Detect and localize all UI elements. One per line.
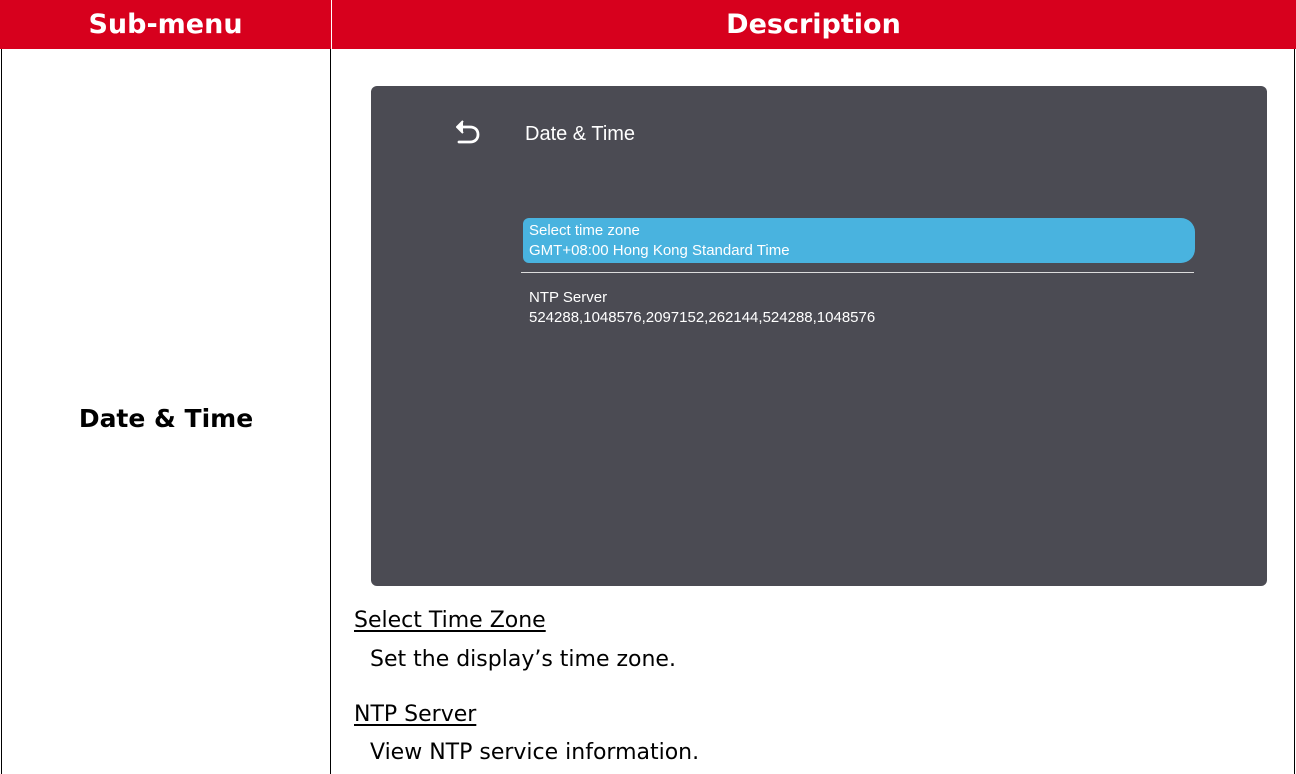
select-time-zone-item[interactable]: Select time zone GMT+08:00 Hong Kong Sta…: [523, 218, 1195, 263]
ntp-server-item[interactable]: NTP Server 524288,1048576,2097152,262144…: [529, 288, 875, 328]
table-header: Sub-menu Description: [0, 0, 1296, 49]
ntp-server-label: NTP Server: [529, 289, 608, 306]
select-time-zone-text: Set the display’s time zone.: [370, 647, 676, 672]
time-zone-label: Select time zone: [529, 222, 640, 239]
ntp-server-heading: NTP Server: [354, 702, 477, 727]
item-divider: [521, 272, 1194, 273]
select-time-zone-heading: Select Time Zone: [354, 608, 546, 633]
time-zone-value: GMT+08:00 Hong Kong Standard Time: [529, 242, 790, 259]
screen-title: Date & Time: [525, 123, 636, 145]
submenu-name: Date & Time: [78, 404, 254, 433]
header-submenu: Sub-menu: [88, 9, 243, 40]
date-time-screen: Date & Time Select time zone GMT+08:00 H…: [371, 86, 1267, 586]
manual-page: Sub-menu Description Date & Time Date & …: [0, 0, 1296, 774]
back-arrow-icon[interactable]: [449, 116, 485, 152]
table-border-middle: [330, 49, 331, 774]
header-description: Description: [726, 9, 901, 40]
ntp-server-value: 524288,1048576,2097152,262144,524288,104…: [529, 309, 876, 326]
table-border-right: [1294, 49, 1295, 774]
ntp-server-text: View NTP service information.: [370, 740, 700, 765]
